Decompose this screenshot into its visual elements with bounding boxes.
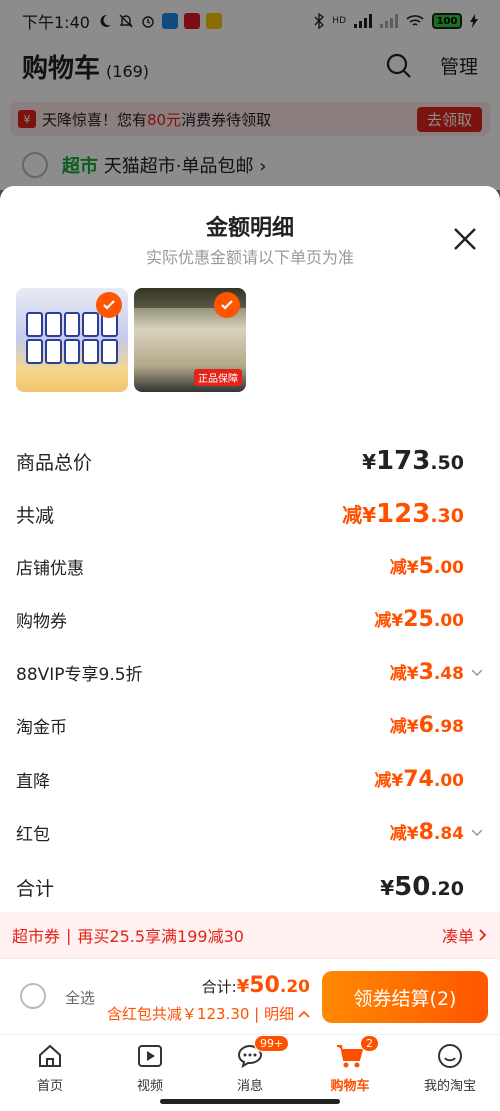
row-total-discount: 共减 减¥ 123.30 bbox=[16, 499, 484, 529]
home-indicator[interactable] bbox=[160, 1099, 340, 1104]
product-image-rolls bbox=[26, 312, 118, 364]
select-all-label[interactable]: 全选 bbox=[65, 987, 95, 1008]
add-items-label: 凑单 bbox=[441, 927, 474, 946]
row-label: 88VIP专享9.5折 bbox=[16, 664, 143, 685]
chevron-right-icon bbox=[479, 929, 487, 941]
row-label: 商品总价 bbox=[16, 451, 93, 474]
video-icon bbox=[135, 1041, 165, 1071]
cart-badge: 2 bbox=[360, 1035, 379, 1052]
row-total: 合计 ¥50.20 bbox=[16, 872, 484, 902]
supermarket-voucher-bar[interactable]: 超市券 | 再买25.5享满199减30 凑单 bbox=[0, 912, 500, 958]
chevron-up-icon bbox=[298, 1010, 310, 1018]
messages-badge: 99+ bbox=[254, 1035, 290, 1052]
row-value: ¥173.50 bbox=[362, 446, 464, 476]
total-price: 合计: ¥50.20 bbox=[201, 973, 310, 998]
row-value: 减¥ 25.00 bbox=[374, 607, 464, 632]
discount-detail-toggle[interactable]: 含红包共减￥123.30 | 明细 bbox=[107, 1003, 310, 1024]
promo-tag: 超市券 bbox=[12, 927, 61, 946]
promo-text: 再买25.5享满199减30 bbox=[77, 927, 244, 946]
row-value: 减¥ 5.00 bbox=[389, 554, 464, 579]
product-thumbnail-tissue[interactable] bbox=[16, 288, 128, 392]
tab-home[interactable]: 首页 bbox=[0, 1035, 100, 1111]
sheet-title: 金额明细 bbox=[205, 216, 294, 241]
selected-check-icon bbox=[214, 292, 240, 318]
row-value: 减¥ 123.30 bbox=[342, 499, 464, 529]
row-store-discount: 店铺优惠 减¥ 5.00 bbox=[16, 553, 484, 579]
checkout-bar: 全选 合计: ¥50.20 含红包共减￥123.30 | 明细 领券结算(2) bbox=[0, 958, 500, 1034]
row-value: 减¥ 8.84 bbox=[389, 820, 464, 845]
add-items-link[interactable]: 凑单 bbox=[442, 923, 488, 947]
row-value: 减¥ 74.00 bbox=[374, 767, 464, 792]
row-value: 减¥ 6.98 bbox=[389, 713, 464, 738]
chevron-down-icon[interactable] bbox=[470, 665, 484, 679]
row-label: 淘金币 bbox=[16, 717, 67, 738]
product-thumbnail-food[interactable]: 正品保障 bbox=[134, 288, 246, 392]
selected-check-icon bbox=[96, 292, 122, 318]
row-red-envelope[interactable]: 红包 减¥ 8.84 bbox=[16, 819, 484, 845]
promo-separator: | bbox=[66, 925, 72, 945]
chevron-down-icon[interactable] bbox=[470, 825, 484, 839]
smiley-icon bbox=[435, 1041, 465, 1071]
row-label: 红包 bbox=[16, 824, 50, 845]
row-label: 店铺优惠 bbox=[16, 558, 84, 579]
authentic-badge: 正品保障 bbox=[194, 369, 242, 386]
tab-my-taobao[interactable]: 我的淘宝 bbox=[400, 1035, 500, 1111]
row-value: 减¥ 3.48 bbox=[389, 660, 464, 685]
row-label: 合计 bbox=[16, 877, 55, 900]
select-all-checkbox[interactable] bbox=[20, 983, 46, 1009]
row-label: 购物券 bbox=[16, 611, 67, 632]
row-value: ¥50.20 bbox=[380, 872, 464, 902]
row-shopping-voucher: 购物券 减¥ 25.00 bbox=[16, 606, 484, 632]
row-subtotal: 商品总价 ¥173.50 bbox=[16, 446, 484, 476]
checkout-button[interactable]: 领券结算(2) bbox=[322, 971, 488, 1023]
home-icon bbox=[35, 1041, 65, 1071]
row-label: 共减 bbox=[16, 504, 55, 527]
sheet-subtitle: 实际优惠金额请以下单页为准 bbox=[145, 248, 354, 267]
row-label: 直降 bbox=[16, 771, 50, 792]
row-88vip[interactable]: 88VIP专享9.5折 减¥ 3.48 bbox=[16, 659, 484, 685]
row-taojinbi: 淘金币 减¥ 6.98 bbox=[16, 712, 484, 738]
close-icon[interactable] bbox=[452, 226, 478, 252]
row-direct-discount: 直降 减¥ 74.00 bbox=[16, 766, 484, 792]
